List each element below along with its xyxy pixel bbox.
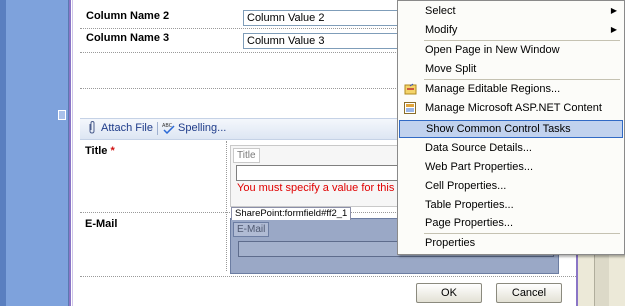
column-value-2-field[interactable]: Column Value 2 (243, 10, 401, 26)
column-name-2-label: Column Name 2 (86, 10, 170, 22)
title-error-message: You must specify a value for this r (237, 182, 402, 194)
cancel-button[interactable]: Cancel (496, 283, 562, 303)
menu-item-label: Select (425, 5, 456, 17)
submenu-arrow-icon: ▶ (610, 6, 617, 15)
menu-item-label: Page Properties... (425, 217, 514, 229)
menu-item-label: Properties (425, 237, 476, 249)
design-surface-border-inner (72, 0, 73, 306)
menu-item-label: Move Split (425, 63, 477, 75)
formfield-tag: SharePoint:formfield#ff2_1 (231, 207, 352, 220)
menu-item-show-common-control-tasks[interactable]: Show Common Control Tasks (399, 120, 623, 138)
content-regions-icon (404, 102, 416, 114)
title-input[interactable] (236, 165, 402, 181)
email-field-caption: E-Mail (233, 222, 270, 237)
left-task-pane (6, 0, 69, 306)
menu-item-label: Manage Editable Regions... (425, 83, 561, 95)
attach-file-link[interactable]: Attach File (101, 122, 153, 134)
menu-item-label: Web Part Properties... (425, 161, 534, 173)
context-menu: Select ▶ Modify ▶ Open Page in New Windo… (397, 0, 625, 255)
menu-item-table-properties[interactable]: Table Properties... (399, 196, 623, 214)
menu-item-label: Show Common Control Tasks (426, 123, 571, 135)
menu-item-label: Cell Properties... (425, 180, 507, 192)
menu-item-manage-content-regions[interactable]: Manage Microsoft ASP.NET Content Regions… (399, 99, 623, 132)
menu-item-page-properties[interactable]: Page Properties... (399, 214, 623, 232)
menu-item-label: Data Source Details... (425, 142, 532, 154)
email-label: E-Mail (85, 218, 118, 230)
spelling-link[interactable]: Spelling... (178, 122, 226, 134)
menu-item-modify[interactable]: Modify ▶ (399, 21, 623, 39)
column-divider (226, 141, 227, 271)
menu-item-data-source-details[interactable]: Data Source Details... (399, 139, 623, 157)
menu-item-cell-properties[interactable]: Cell Properties... (399, 177, 623, 195)
row-divider (80, 88, 398, 89)
menu-item-web-part-properties[interactable]: Web Part Properties... (399, 158, 623, 176)
menu-item-manage-editable-regions[interactable]: Manage Editable Regions... (399, 80, 623, 98)
pane-resize-handle[interactable] (58, 110, 66, 120)
submenu-arrow-icon: ▶ (610, 25, 617, 34)
column-name-3-label: Column Name 3 (86, 32, 170, 44)
menu-item-select[interactable]: Select ▶ (399, 2, 623, 20)
menu-item-properties[interactable]: Properties (399, 234, 623, 252)
row-divider (80, 28, 398, 29)
ok-button[interactable]: OK (416, 283, 482, 303)
title-label-text: Title (85, 145, 108, 157)
menu-item-label: Modify (425, 24, 458, 36)
design-surface-border-left (69, 0, 71, 306)
title-label: Title * (85, 145, 115, 157)
required-marker: * (110, 145, 115, 157)
column-value-3-field[interactable]: Column Value 3 (243, 33, 401, 49)
menu-item-open-new-window[interactable]: Open Page in New Window (399, 41, 623, 59)
menu-item-move-split[interactable]: Move Split (399, 60, 623, 78)
menu-item-label: Open Page in New Window (425, 44, 560, 56)
toolbar-separator (157, 122, 158, 135)
menu-item-label: Table Properties... (425, 199, 514, 211)
row-divider (80, 276, 576, 277)
spelling-icon: ABC (162, 121, 176, 135)
paperclip-icon (88, 120, 95, 134)
title-field-caption: Title (233, 148, 260, 163)
row-divider (80, 52, 398, 53)
editable-regions-icon (404, 83, 417, 95)
